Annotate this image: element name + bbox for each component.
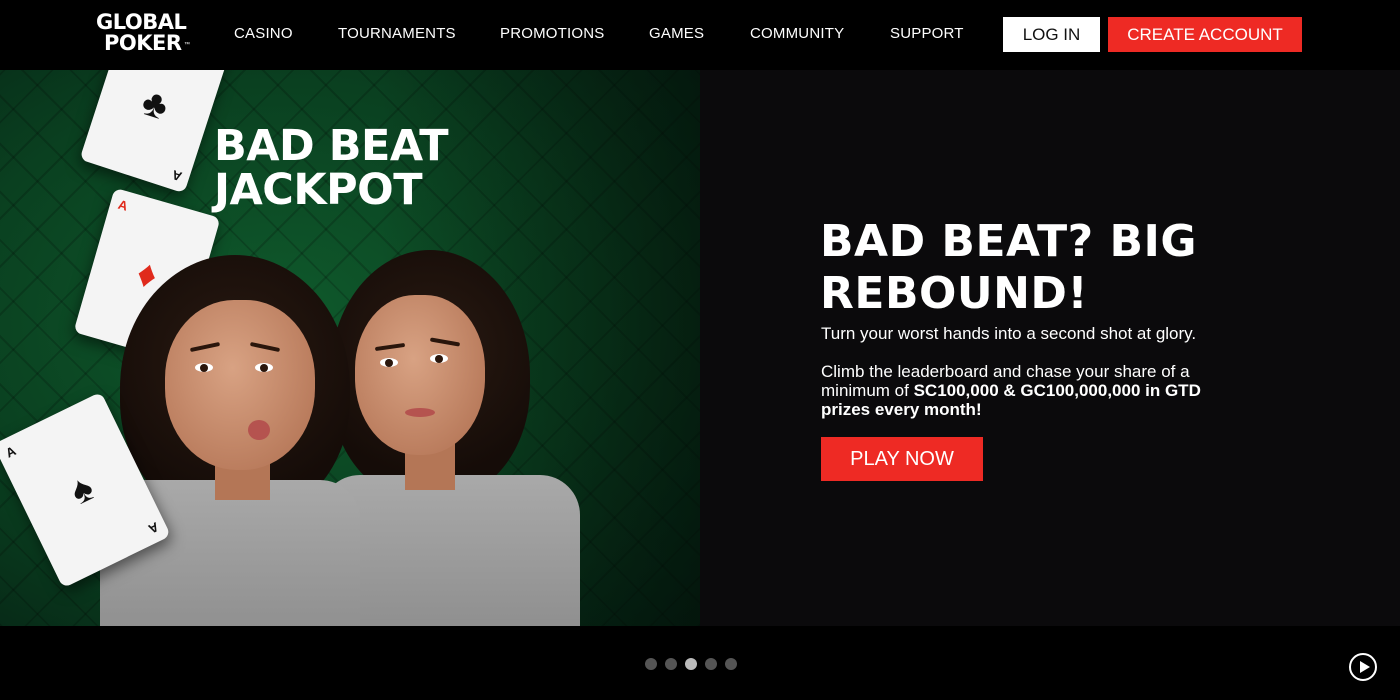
carousel-dot-2[interactable] xyxy=(665,658,677,670)
nav-item-community[interactable]: COMMUNITY xyxy=(750,24,844,44)
nav-item-support[interactable]: SUPPORT xyxy=(890,24,964,44)
card-rank: A xyxy=(116,196,130,214)
hero-banner: A ♣ A A ♦ A BAD BEAT JACKPOT xyxy=(0,70,1400,626)
nav-item-promotions[interactable]: PROMOTIONS xyxy=(500,24,605,44)
hero-description: Climb the leaderboard and chase your sha… xyxy=(821,362,1251,419)
card-rank: A xyxy=(169,167,184,185)
site-header: GLOBAL POKER ™ CASINO TOURNAMENTS PROMOT… xyxy=(0,0,1400,70)
hero-headline: BAD BEAT? BIG REBOUND! xyxy=(820,216,1260,320)
jackpot-title-line2: JACKPOT xyxy=(214,165,423,215)
play-circle-icon[interactable] xyxy=(1349,653,1377,681)
global-poker-logo[interactable]: GLOBAL POKER ™ xyxy=(96,12,196,58)
playing-card-ace-clubs: A ♣ A xyxy=(79,70,231,194)
spade-icon: ♠ xyxy=(63,466,101,514)
logo-text-poker: POKER xyxy=(104,31,182,55)
logo-trademark: ™ xyxy=(184,42,190,48)
hero-headline-line1: BAD BEAT? BIG xyxy=(820,216,1198,267)
carousel-dot-1[interactable] xyxy=(645,658,657,670)
nav-item-tournaments[interactable]: TOURNAMENTS xyxy=(338,24,456,44)
hero-promo-image[interactable]: A ♣ A A ♦ A BAD BEAT JACKPOT xyxy=(0,70,700,626)
jackpot-title-line1: BAD BEAT xyxy=(214,121,449,171)
carousel-dot-5[interactable] xyxy=(725,658,737,670)
logo-text-global: GLOBAL xyxy=(96,10,187,34)
hero-headline-line2: REBOUND! xyxy=(820,268,1089,319)
nav-item-casino[interactable]: CASINO xyxy=(234,24,293,44)
club-icon: ♣ xyxy=(136,81,174,129)
create-account-button[interactable]: CREATE ACCOUNT xyxy=(1108,17,1302,52)
carousel-dot-4[interactable] xyxy=(705,658,717,670)
card-rank: A xyxy=(145,519,161,537)
bad-beat-jackpot-title: BAD BEAT JACKPOT xyxy=(214,124,514,212)
login-button[interactable]: LOG IN xyxy=(1003,17,1100,52)
nav-item-games[interactable]: GAMES xyxy=(649,24,704,44)
play-now-button[interactable]: PLAY NOW xyxy=(821,437,983,481)
card-rank: A xyxy=(3,443,19,461)
carousel-dot-3[interactable] xyxy=(685,658,697,670)
hero-subheading: Turn your worst hands into a second shot… xyxy=(821,324,1197,343)
carousel-controls xyxy=(0,626,1400,700)
